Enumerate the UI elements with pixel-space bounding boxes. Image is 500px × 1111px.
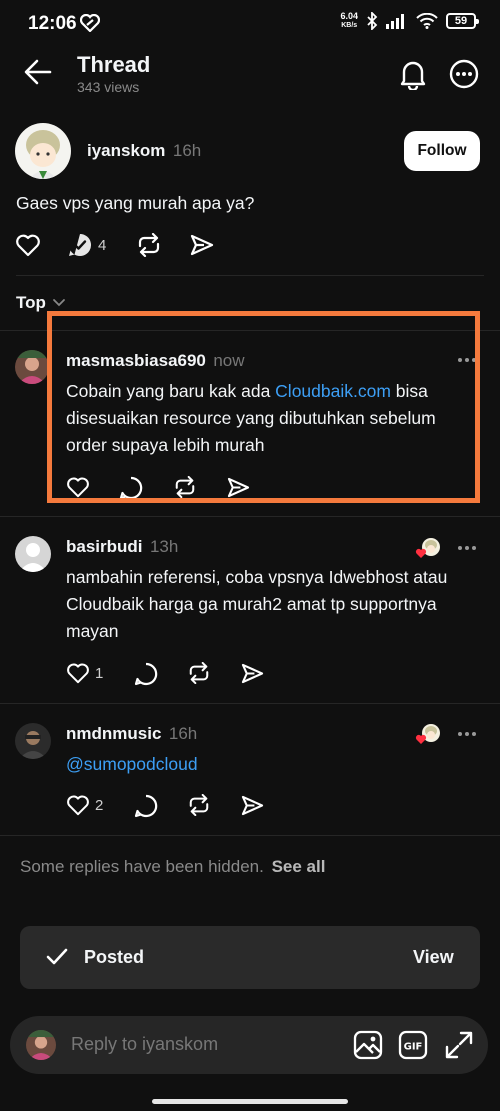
reply-composer[interactable]: Reply to iyanskom GIF [10, 1016, 488, 1074]
signal-icon [386, 14, 404, 29]
reply-more-button[interactable] [457, 731, 477, 737]
expand-icon [445, 1031, 473, 1059]
reply-checked-icon [69, 233, 92, 256]
post-repost-button[interactable] [136, 233, 162, 257]
reply-repost-button[interactable] [187, 662, 211, 684]
arrow-left-icon [24, 59, 52, 85]
reply-input[interactable]: Reply to iyanskom [71, 1034, 218, 1055]
reply-repost-button[interactable] [187, 794, 211, 816]
reply-time: 13h [149, 537, 179, 556]
reply-comment-button[interactable] [134, 662, 158, 686]
heart-icon [67, 663, 89, 684]
reply-username[interactable]: nmdnmusic [66, 724, 161, 743]
divider [0, 516, 500, 517]
more-horizontal-icon [458, 732, 476, 736]
reply-avatar[interactable] [15, 350, 49, 384]
sort-dropdown[interactable]: Top [16, 293, 66, 313]
post-replies-button[interactable]: 4 [68, 233, 106, 257]
comment-icon [134, 794, 158, 818]
reply-header: nmdnmusic 16h [66, 724, 197, 744]
liked-by-author-badge [415, 723, 443, 747]
divider [0, 835, 500, 836]
status-icons: 6.04 KB/s 59 [340, 11, 479, 30]
gif-icon: GIF [398, 1030, 428, 1060]
network-speed: 6.04 KB/s [340, 11, 358, 30]
send-icon [241, 795, 264, 816]
status-time: 12:06 [28, 13, 77, 34]
comment-icon [134, 662, 158, 686]
post-author-avatar[interactable] [15, 123, 71, 179]
reply-header: basirbudi 13h [66, 537, 178, 557]
more-options-button[interactable] [449, 59, 479, 89]
reply-username[interactable]: basirbudi [66, 537, 143, 556]
reply-comment-button[interactable] [134, 794, 158, 818]
attach-image-button[interactable] [353, 1030, 383, 1060]
post-time: 16h [172, 141, 202, 160]
heart-icon [67, 795, 89, 816]
wifi-icon [416, 13, 438, 29]
more-horizontal-icon [458, 546, 476, 550]
bluetooth-icon [367, 12, 378, 30]
page-title: Thread [77, 52, 151, 77]
see-all-link[interactable]: See all [272, 857, 326, 876]
reply-time: 16h [168, 724, 198, 743]
follow-button[interactable]: Follow [404, 131, 480, 171]
author-liked-icon [415, 724, 440, 744]
divider [16, 275, 484, 276]
divider [0, 703, 500, 704]
toast-view-button[interactable]: View [413, 947, 454, 968]
svg-text:GIF: GIF [404, 1042, 423, 1053]
battery-indicator: 59 [446, 13, 479, 29]
reply-mention[interactable]: @sumopodcloud [66, 751, 198, 778]
post-text: Gaes vps yang murah apa ya? [16, 193, 255, 213]
checkmark-icon [46, 948, 68, 965]
reply-avatar[interactable] [15, 723, 51, 759]
reply-like-count: 2 [95, 796, 104, 814]
hidden-replies-notice: Some replies have been hidden. See all [20, 857, 325, 877]
notification-app-icon [80, 14, 100, 32]
chevron-down-icon [53, 299, 65, 307]
expand-composer-button[interactable] [444, 1030, 474, 1060]
bell-icon [400, 61, 426, 90]
composer-avatar [26, 1030, 56, 1060]
repost-icon [189, 662, 209, 684]
posted-toast: Posted View [20, 926, 480, 989]
reply-share-button[interactable] [241, 795, 264, 816]
home-indicator[interactable] [152, 1099, 348, 1104]
post-like-button[interactable] [15, 233, 41, 257]
image-icon [353, 1030, 383, 1060]
reply-avatar[interactable] [15, 536, 51, 572]
highlight-box [47, 311, 480, 503]
reply-text: nambahin referensi, coba vpsnya Idwebhos… [66, 567, 448, 641]
post-header: iyanskom 16h [87, 141, 201, 161]
send-icon [190, 234, 214, 256]
notifications-button[interactable] [398, 58, 428, 90]
liked-by-author-badge [415, 537, 443, 561]
sort-label: Top [16, 293, 46, 312]
hidden-replies-text: Some replies have been hidden. [20, 857, 264, 876]
gif-button[interactable]: GIF [398, 1030, 428, 1060]
back-button[interactable] [22, 58, 54, 86]
post-username[interactable]: iyanskom [87, 141, 165, 160]
toast-label: Posted [84, 947, 145, 967]
reply-more-button[interactable] [457, 545, 477, 551]
send-icon [241, 663, 264, 684]
reply-share-button[interactable] [241, 663, 264, 684]
heart-icon [16, 234, 40, 257]
repost-icon [138, 233, 160, 257]
more-horizontal-icon [449, 59, 479, 89]
repost-icon [189, 794, 209, 816]
post-reply-count: 4 [98, 236, 107, 254]
author-liked-icon [415, 538, 440, 558]
views-count: 343 views [77, 79, 140, 95]
reply-like-count: 1 [95, 664, 104, 682]
post-share-button[interactable] [190, 234, 214, 256]
reply-like-button[interactable]: 2 [66, 794, 103, 816]
reply-like-button[interactable]: 1 [66, 662, 103, 684]
